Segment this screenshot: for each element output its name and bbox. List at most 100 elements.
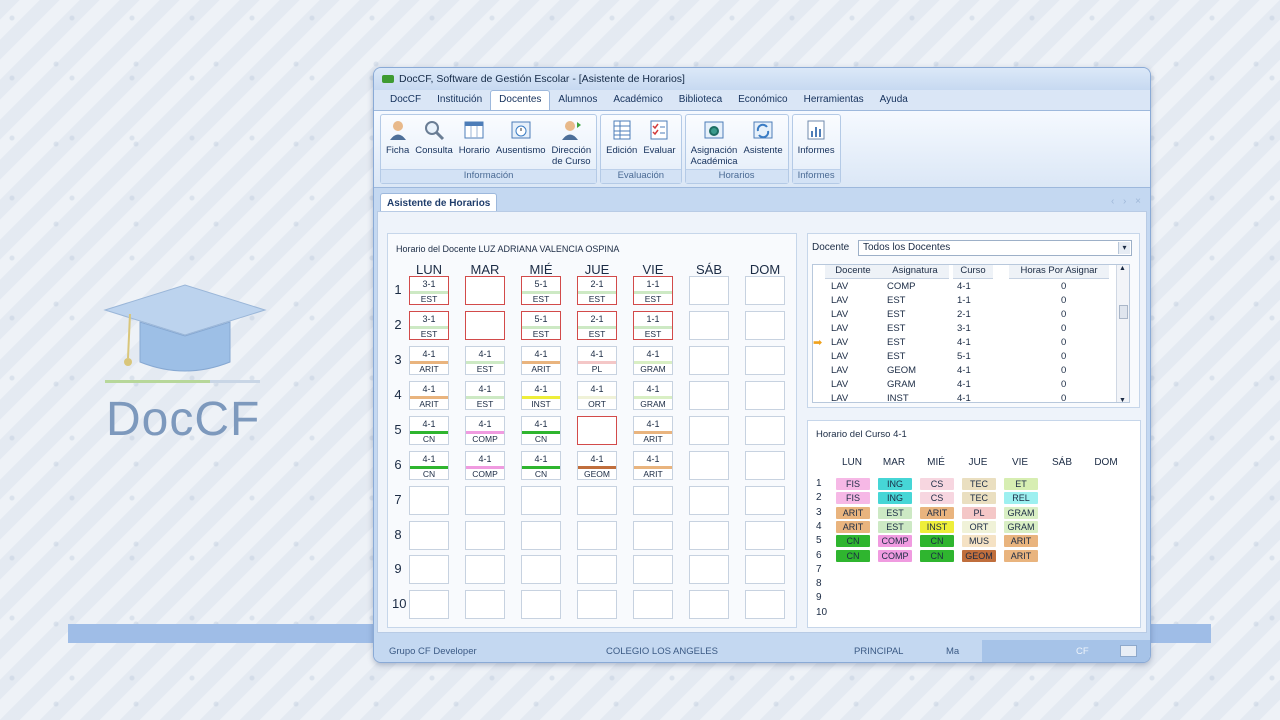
course-slot[interactable]: FIS (836, 478, 870, 490)
schedule-slot[interactable] (521, 555, 561, 584)
schedule-slot[interactable] (409, 486, 449, 515)
schedule-slot[interactable]: 4-1 CN (521, 451, 561, 480)
course-slot[interactable]: CS (920, 478, 954, 490)
ribbon-button-1-1[interactable]: Evaluar (640, 119, 678, 169)
ribbon-button-0-2[interactable]: Horario (456, 119, 493, 169)
schedule-slot[interactable] (745, 521, 785, 550)
schedule-slot[interactable] (633, 555, 673, 584)
course-slot[interactable]: ING (878, 478, 912, 490)
course-slot[interactable]: EST (878, 520, 912, 533)
schedule-slot[interactable] (745, 486, 785, 515)
menu-docentes[interactable]: Docentes (490, 90, 551, 110)
grid-column-header[interactable]: Asignatura (881, 265, 949, 279)
schedule-slot[interactable] (465, 276, 505, 305)
schedule-slot[interactable] (521, 486, 561, 515)
schedule-slot[interactable] (577, 416, 617, 445)
chevron-down-icon[interactable]: ▾ (1118, 242, 1130, 254)
ribbon-button-0-3[interactable]: Ausentismo (493, 119, 549, 169)
schedule-slot[interactable] (689, 451, 729, 480)
schedule-slot[interactable]: 4-1 CN (409, 451, 449, 480)
docente-select[interactable]: Todos los Docentes ▾ (858, 240, 1132, 256)
schedule-slot[interactable] (577, 521, 617, 550)
schedule-slot[interactable]: 4-1 CN (409, 416, 449, 445)
schedule-slot[interactable]: 3-1 EST (409, 276, 449, 305)
tab-asistente-horarios[interactable]: Asistente de Horarios (380, 193, 498, 213)
menu-alumnos[interactable]: Alumnos (550, 91, 605, 110)
menu-herramientas[interactable]: Herramientas (796, 91, 872, 110)
schedule-slot[interactable] (689, 486, 729, 515)
schedule-slot[interactable] (745, 311, 785, 340)
course-slot[interactable]: CN (920, 549, 954, 562)
course-slot[interactable]: GRAM (1004, 520, 1038, 533)
schedule-slot[interactable]: 5-1 EST (521, 311, 561, 340)
course-slot[interactable]: EST (878, 506, 912, 519)
schedule-slot[interactable]: 4-1 PL (577, 346, 617, 375)
schedule-slot[interactable] (409, 555, 449, 584)
schedule-slot[interactable] (745, 416, 785, 445)
menu-academico[interactable]: Académico (605, 91, 670, 110)
course-slot[interactable]: ARIT (1004, 535, 1038, 548)
schedule-slot[interactable] (689, 416, 729, 445)
schedule-slot[interactable]: 4-1 ARIT (409, 381, 449, 410)
schedule-slot[interactable]: 4-1 ARIT (409, 346, 449, 375)
schedule-slot[interactable] (465, 555, 505, 584)
schedule-slot[interactable] (465, 521, 505, 550)
schedule-slot[interactable] (577, 555, 617, 584)
schedule-slot[interactable]: 4-1 ARIT (633, 451, 673, 480)
course-slot[interactable]: CN (920, 535, 954, 548)
menu-doccf[interactable]: DocCF (382, 91, 429, 110)
ribbon-button-2-1[interactable]: Asistente (741, 119, 786, 169)
scroll-thumb[interactable] (1119, 305, 1128, 319)
schedule-slot[interactable] (689, 521, 729, 550)
menu-biblioteca[interactable]: Biblioteca (671, 91, 730, 110)
ribbon-button-2-0[interactable]: Asignación Académica (688, 119, 741, 169)
schedule-slot[interactable] (577, 486, 617, 515)
table-row[interactable]: LAV GEOM 4-1 0 (813, 364, 1118, 378)
schedule-slot[interactable]: 4-1 GEOM (577, 451, 617, 480)
schedule-slot[interactable] (745, 276, 785, 305)
menu-institucion[interactable]: Institución (429, 91, 490, 110)
course-slot[interactable]: ARIT (920, 506, 954, 519)
schedule-slot[interactable] (633, 590, 673, 619)
course-slot[interactable]: ARIT (836, 506, 870, 519)
course-slot[interactable]: FIS (836, 492, 870, 505)
schedule-slot[interactable] (465, 486, 505, 515)
table-row[interactable]: LAV INST 4-1 0 (813, 392, 1118, 402)
course-slot[interactable]: CN (836, 535, 870, 548)
course-slot[interactable]: ARIT (1004, 549, 1038, 562)
table-row[interactable]: LAV EST 2-1 0 (813, 308, 1118, 322)
schedule-slot[interactable] (689, 276, 729, 305)
schedule-slot[interactable] (465, 311, 505, 340)
ribbon-button-0-0[interactable]: Ficha (383, 119, 412, 169)
course-slot[interactable]: ET (1004, 478, 1038, 490)
schedule-slot[interactable]: 2-1 EST (577, 311, 617, 340)
schedule-slot[interactable] (577, 590, 617, 619)
schedule-slot[interactable] (633, 521, 673, 550)
table-row[interactable]: ➡ LAV EST 4-1 0 (813, 336, 1118, 350)
schedule-slot[interactable] (745, 451, 785, 480)
schedule-slot[interactable] (689, 590, 729, 619)
schedule-slot[interactable]: 3-1 EST (409, 311, 449, 340)
schedule-slot[interactable]: 1-1 EST (633, 276, 673, 305)
course-slot[interactable]: COMP (878, 549, 912, 562)
schedule-slot[interactable] (745, 381, 785, 410)
tab-navigation-arrows[interactable]: ‹ › × (1111, 196, 1144, 207)
schedule-slot[interactable] (689, 346, 729, 375)
course-slot[interactable]: GRAM (1004, 506, 1038, 519)
schedule-slot[interactable] (409, 521, 449, 550)
schedule-slot[interactable] (745, 346, 785, 375)
grid-column-header[interactable]: Horas Por Asignar (1009, 265, 1109, 279)
course-slot[interactable]: CN (836, 549, 870, 562)
ribbon-button-0-1[interactable]: Consulta (412, 119, 456, 169)
schedule-slot[interactable] (409, 590, 449, 619)
course-slot[interactable]: GEOM (962, 549, 996, 562)
schedule-slot[interactable] (633, 486, 673, 515)
course-slot[interactable]: TEC (962, 492, 996, 505)
course-slot[interactable]: ING (878, 492, 912, 505)
schedule-slot[interactable] (689, 555, 729, 584)
course-slot[interactable]: COMP (878, 535, 912, 548)
schedule-slot[interactable] (689, 311, 729, 340)
table-row[interactable]: LAV EST 1-1 0 (813, 294, 1118, 308)
grid-column-header[interactable]: Docente (825, 265, 881, 279)
schedule-slot[interactable] (521, 521, 561, 550)
